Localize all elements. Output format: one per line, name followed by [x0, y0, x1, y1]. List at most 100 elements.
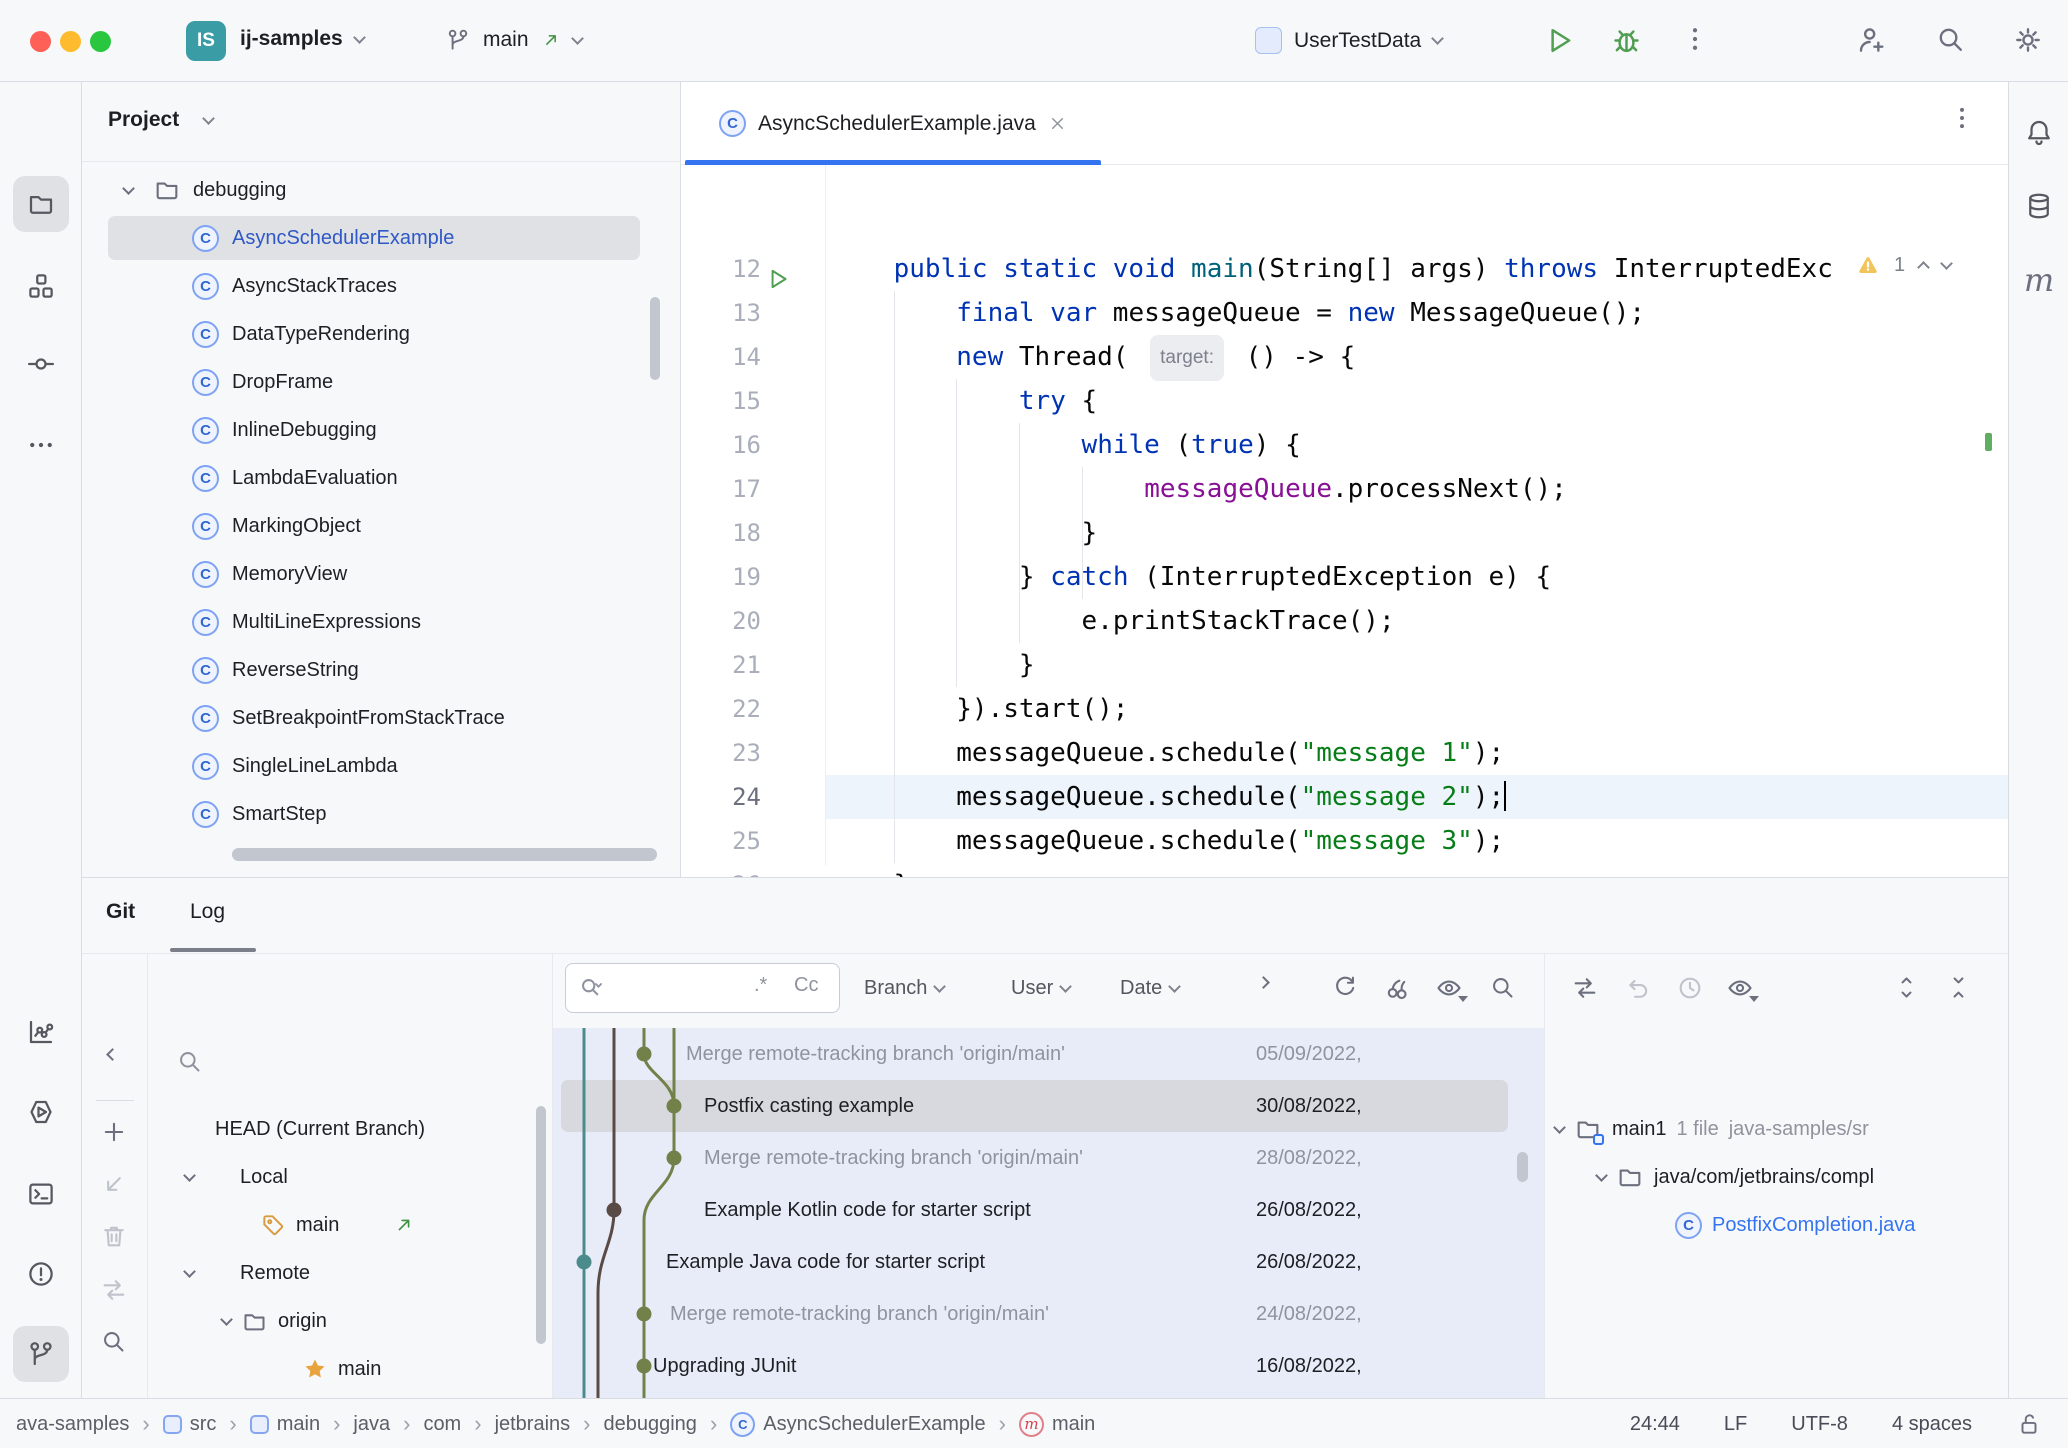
tree-item[interactable]: CMultiLineExpressions [82, 598, 680, 646]
commit-row[interactable]: Example Java code for starter script26/0… [553, 1236, 1545, 1288]
tree-item[interactable]: CDropFrame [82, 358, 680, 406]
project-tool-button[interactable] [13, 176, 69, 232]
branches-vertical-scrollbar[interactable] [536, 1106, 546, 1344]
lock-open-icon[interactable] [2016, 1411, 2042, 1437]
search-icon[interactable] [100, 1328, 127, 1355]
tree-item[interactable]: CDataTypeRendering [82, 310, 680, 358]
branch-row-remote[interactable]: Remote [185, 1249, 310, 1297]
changed-folder-row[interactable]: java/com/jetbrains/compl [1597, 1153, 1874, 1201]
endpoints-tool-button[interactable] [13, 1004, 69, 1060]
notifications-tool-button[interactable] [2011, 104, 2067, 160]
run-configuration-widget[interactable]: UserTestData [1255, 27, 1442, 54]
chevron-up-icon[interactable] [1917, 261, 1930, 274]
close-tab-icon[interactable] [1048, 114, 1067, 133]
line-number[interactable]: 20 [701, 599, 761, 643]
line-number[interactable]: 18 [701, 511, 761, 555]
search-filter-icon[interactable] [578, 975, 605, 1002]
filter-branch[interactable]: Branch [864, 954, 944, 1022]
line-number[interactable]: 17 [701, 467, 761, 511]
breadcrumb-item[interactable]: src [163, 1413, 217, 1436]
commit-row[interactable]: Postfix casting example30/08/2022, [553, 1080, 1545, 1132]
more-filters-chevron[interactable] [1257, 976, 1270, 989]
match-case-toggle[interactable]: Cc [794, 974, 818, 997]
line-number[interactable]: 15 [701, 379, 761, 423]
tree-item[interactable]: CAsyncStackTraces [82, 262, 680, 310]
cherry-pick-icon[interactable] [1383, 974, 1411, 1002]
breadcrumb-item[interactable]: java [353, 1413, 390, 1436]
breadcrumb-item[interactable]: CAsyncSchedulerExample [730, 1412, 985, 1437]
commit-row[interactable]: Upgrading JUnit16/08/2022, [553, 1340, 1545, 1392]
commit-row[interactable]: Merge remote-tracking branch 'origin/mai… [553, 1028, 1545, 1080]
chevron-down-icon[interactable] [122, 182, 135, 195]
chevron-down-icon[interactable] [220, 1313, 233, 1326]
commits-vertical-scrollbar[interactable] [1517, 1152, 1528, 1182]
vcs-branch-widget[interactable]: main [445, 27, 582, 53]
line-number[interactable]: 22 [701, 687, 761, 731]
chevron-down-icon[interactable] [202, 112, 215, 125]
commit-tool-button[interactable] [13, 336, 69, 392]
line-number[interactable]: 24 [701, 775, 761, 819]
line-number[interactable]: 25 [701, 819, 761, 863]
changed-file-row[interactable]: C PostfixCompletion.java [1675, 1201, 1915, 1249]
tree-item[interactable]: CSmartStep [82, 790, 680, 838]
changelist-row[interactable]: main1 1 file java-samples/sr [1555, 1105, 1869, 1153]
branch-row-main[interactable]: main [302, 1345, 381, 1393]
line-number[interactable]: 19 [701, 555, 761, 599]
chevron-down-icon[interactable] [1595, 1169, 1608, 1182]
line-number[interactable]: 16 [701, 423, 761, 467]
git-window-title[interactable]: Git [106, 900, 135, 924]
expand-all-icon[interactable] [1893, 974, 1920, 1001]
breadcrumb-item[interactable]: main [250, 1413, 320, 1436]
version-control-tool-button[interactable] [13, 1326, 69, 1382]
indent-style[interactable]: 4 spaces [1892, 1413, 1972, 1436]
filter-date[interactable]: Date [1120, 954, 1179, 1022]
line-number[interactable]: 14 [701, 335, 761, 379]
run-button[interactable] [1543, 24, 1576, 57]
line-number[interactable]: 23 [701, 731, 761, 775]
code-with-me-button[interactable] [1855, 24, 1887, 56]
branch-row-main[interactable]: main [260, 1201, 415, 1249]
go-to-hash-icon[interactable] [1489, 974, 1516, 1001]
chevron-down-icon[interactable] [183, 1265, 196, 1278]
commit-row[interactable]: Example Kotlin code for starter script26… [553, 1184, 1545, 1236]
caret-position[interactable]: 24:44 [1630, 1413, 1680, 1436]
breadcrumb-item[interactable]: jetbrains [495, 1413, 571, 1436]
line-separator[interactable]: LF [1724, 1413, 1747, 1436]
tree-root-row[interactable]: debugging [82, 166, 680, 214]
services-tool-button[interactable] [13, 1084, 69, 1140]
terminal-tool-button[interactable] [13, 1166, 69, 1222]
tree-item[interactable]: CInlineDebugging [82, 406, 680, 454]
checkout-icon[interactable] [100, 1170, 128, 1198]
chevron-down-icon[interactable] [1940, 257, 1953, 270]
editor-options-button[interactable] [1948, 104, 1976, 132]
add-icon[interactable] [100, 1118, 128, 1146]
filter-user[interactable]: User [1011, 954, 1070, 1022]
search-everywhere-button[interactable] [1935, 24, 1966, 55]
log-search-field[interactable]: .* Cc [565, 963, 840, 1013]
settings-button[interactable] [2012, 24, 2044, 56]
compare-icon[interactable] [100, 1276, 128, 1304]
breadcrumb-item[interactable]: debugging [604, 1413, 697, 1436]
branch-row-local[interactable]: Local [185, 1153, 288, 1201]
history-icon[interactable] [1676, 974, 1704, 1002]
compare-icon[interactable] [1571, 974, 1599, 1002]
chevron-down-icon[interactable] [1553, 1121, 1566, 1134]
maven-tool-button[interactable]: m [2011, 252, 2067, 308]
branch-row-head-current-branch-[interactable]: HEAD (Current Branch) [215, 1105, 425, 1153]
commit-row[interactable]: Merge remote-tracking branch 'origin/mai… [553, 1132, 1545, 1184]
line-number[interactable]: 21 [701, 643, 761, 687]
tree-item[interactable]: CAsyncSchedulerExample [82, 214, 680, 262]
tree-item[interactable]: CReverseString [82, 646, 680, 694]
breadcrumb-item[interactable]: com [423, 1413, 461, 1436]
tree-item[interactable]: CMarkingObject [82, 502, 680, 550]
minimize-window-button[interactable] [60, 31, 81, 52]
line-number[interactable]: 12 [701, 247, 761, 291]
breadcrumb-item[interactable]: ava-samples [16, 1413, 129, 1436]
delete-icon[interactable] [100, 1222, 128, 1250]
breadcrumb-item[interactable]: mmain [1019, 1412, 1095, 1437]
close-window-button[interactable] [30, 31, 51, 52]
tab-log[interactable]: Log [190, 900, 225, 924]
debug-button[interactable] [1610, 24, 1643, 57]
file-encoding[interactable]: UTF-8 [1791, 1413, 1848, 1436]
chevron-down-icon[interactable] [183, 1169, 196, 1182]
